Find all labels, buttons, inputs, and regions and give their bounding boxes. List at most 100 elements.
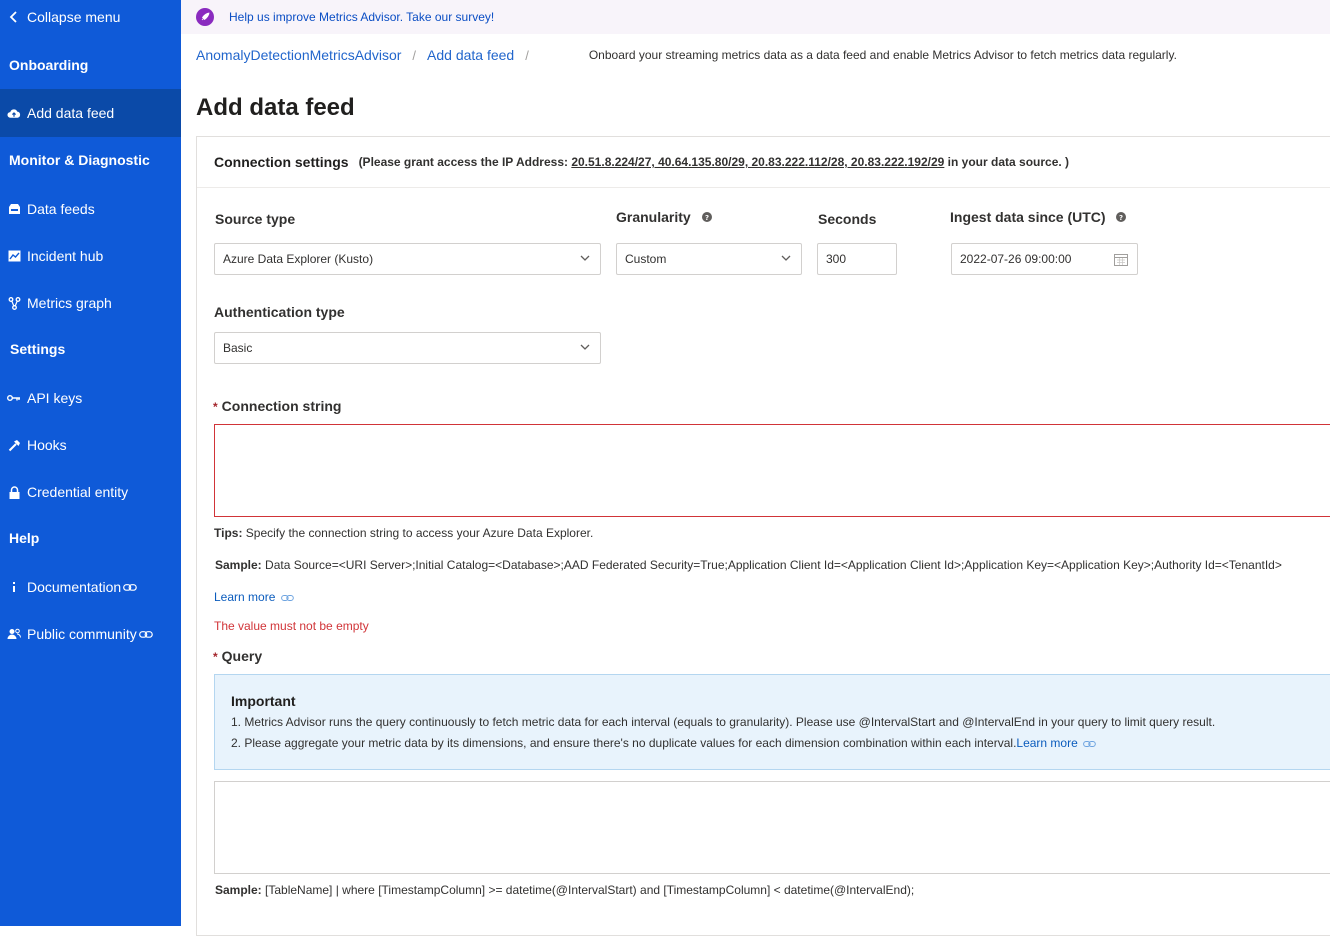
required-mark: *	[213, 650, 218, 664]
tips-label: Tips:	[214, 526, 243, 540]
granularity-label-text: Granularity	[616, 209, 691, 225]
help-icon[interactable]: ?	[1116, 212, 1127, 223]
people-icon	[7, 627, 21, 641]
sample-label: Sample:	[215, 883, 262, 897]
sidebar-item-label: Incident hub	[27, 248, 104, 264]
sidebar-item-label: Add data feed	[27, 105, 115, 121]
hammer-icon	[7, 438, 21, 452]
ingest-since-label: Ingest data since (UTC) ?	[950, 209, 1127, 225]
section-monitor-diagnostic: Monitor & Diagnostic	[9, 152, 150, 168]
collapse-menu-button[interactable]: Collapse menu	[0, 6, 181, 28]
auth-type-dropdown[interactable]: Basic	[214, 332, 601, 364]
help-icon[interactable]: ?	[701, 212, 712, 223]
important-line-2-text: 2. Please aggregate your metric data by …	[231, 736, 1017, 750]
sidebar-item-data-feeds[interactable]: Data feeds	[0, 199, 181, 219]
learn-more-link[interactable]: Learn more	[214, 590, 275, 604]
auth-type-value: Basic	[223, 341, 253, 355]
breadcrumb: AnomalyDetectionMetricsAdvisor / Add dat…	[196, 47, 1177, 63]
sidebar-item-metrics-graph[interactable]: Metrics graph	[0, 293, 181, 313]
connection-settings-card: Connection settings (Please grant access…	[196, 136, 1330, 936]
survey-link[interactable]: Help us improve Metrics Advisor. Take ou…	[229, 10, 494, 24]
seconds-input[interactable]: 300	[817, 243, 897, 275]
chevron-down-icon	[781, 255, 791, 261]
sidebar-item-label: Public community	[27, 626, 137, 642]
ip-note-prefix: (Please grant access the IP Address:	[358, 155, 572, 169]
granularity-label: Granularity ?	[616, 209, 712, 225]
connection-string-sample: Sample: Data Source=<URI Server>;Initial…	[215, 558, 1282, 572]
main-content: Help us improve Metrics Advisor. Take ou…	[181, 0, 1330, 936]
survey-banner: Help us improve Metrics Advisor. Take ou…	[181, 0, 1330, 34]
auth-type-label: Authentication type	[214, 304, 345, 320]
sidebar-item-documentation[interactable]: Documentation	[0, 577, 181, 597]
section-onboarding: Onboarding	[9, 57, 89, 73]
sidebar-item-label: Credential entity	[27, 484, 129, 500]
connection-string-tips: Tips: Specify the connection string to a…	[214, 526, 593, 540]
ip-address-list: 20.51.8.224/27, 40.64.135.80/29, 20.83.2…	[571, 155, 945, 169]
granularity-value: Custom	[625, 252, 667, 266]
chevron-down-icon	[580, 255, 590, 261]
seconds-value: 300	[826, 252, 847, 266]
breadcrumb-item-resource[interactable]: AnomalyDetectionMetricsAdvisor	[196, 47, 401, 63]
connection-string-textarea[interactable]	[214, 424, 1330, 517]
query-textarea[interactable]	[214, 781, 1330, 874]
ip-note-suffix: in your data source. )	[944, 155, 1070, 169]
sidebar-item-label: Documentation	[27, 579, 122, 595]
sidebar-item-label: API keys	[27, 390, 83, 406]
cloud-upload-icon	[7, 106, 21, 120]
sidebar-item-label: Hooks	[27, 437, 67, 453]
connection-string-learn-more[interactable]: Learn more	[214, 590, 294, 604]
sidebar-item-credential-entity[interactable]: Credential entity	[0, 482, 181, 502]
sidebar-item-add-data-feed[interactable]: Add data feed	[0, 89, 181, 137]
chart-icon	[7, 249, 21, 263]
query-label: * Query	[213, 648, 262, 664]
key-icon	[7, 391, 21, 405]
database-icon	[7, 202, 21, 216]
page-description: Onboard your streaming metrics data as a…	[588, 48, 1177, 62]
connection-settings-title: Connection settings	[214, 154, 349, 170]
sidebar-item-label: Data feeds	[27, 201, 95, 217]
calendar-icon[interactable]	[1114, 253, 1128, 266]
rocket-icon	[196, 8, 214, 26]
ip-access-note: (Please grant access the IP Address: 20.…	[359, 155, 1069, 169]
sidebar-item-hooks[interactable]: Hooks	[0, 435, 181, 455]
sidebar: Collapse menu Onboarding Add data feed M…	[0, 0, 181, 926]
tips-text: Specify the connection string to access …	[242, 526, 594, 540]
breadcrumb-separator: /	[412, 47, 417, 63]
sample-text: [TableName] | where [TimestampColumn] >=…	[261, 883, 915, 897]
collapse-menu-label: Collapse menu	[27, 9, 121, 25]
ingest-since-value: 2022-07-26 09:00:00	[960, 252, 1072, 266]
required-mark: *	[213, 400, 218, 414]
ingest-since-label-text: Ingest data since (UTC)	[950, 209, 1106, 225]
seconds-label: Seconds	[818, 211, 877, 227]
sidebar-item-public-community[interactable]: Public community	[0, 624, 181, 644]
granularity-dropdown[interactable]: Custom	[616, 243, 802, 275]
query-sample: Sample: [TableName] | where [TimestampCo…	[215, 883, 914, 897]
query-label-text: Query	[221, 648, 263, 664]
external-link-icon	[280, 594, 294, 601]
chevron-down-icon	[580, 344, 590, 350]
important-title: Important	[231, 693, 296, 709]
section-help: Help	[9, 530, 40, 546]
external-link-icon	[138, 630, 153, 639]
source-type-dropdown[interactable]: Azure Data Explorer (Kusto)	[214, 243, 601, 275]
source-type-label: Source type	[215, 211, 296, 227]
page-title: Add data feed	[196, 94, 355, 121]
learn-more-link[interactable]: Learn more	[1016, 736, 1077, 750]
sidebar-item-label: Metrics graph	[27, 295, 112, 311]
ingest-since-datepicker[interactable]: 2022-07-26 09:00:00	[951, 243, 1138, 275]
connection-string-label-text: Connection string	[221, 398, 342, 414]
connection-string-error: The value must not be empty	[214, 619, 369, 633]
sidebar-item-api-keys[interactable]: API keys	[0, 388, 181, 408]
graph-nodes-icon	[7, 296, 21, 310]
info-icon	[7, 580, 21, 594]
connection-settings-header: Connection settings (Please grant access…	[197, 137, 1330, 188]
breadcrumb-item-add-data-feed[interactable]: Add data feed	[427, 47, 514, 63]
breadcrumb-separator: /	[525, 47, 529, 63]
important-line-1: 1. Metrics Advisor runs the query contin…	[231, 715, 1216, 729]
sidebar-item-incident-hub[interactable]: Incident hub	[0, 246, 181, 266]
external-link-icon	[123, 583, 137, 592]
connection-string-label: * Connection string	[213, 398, 341, 414]
source-type-value: Azure Data Explorer (Kusto)	[223, 252, 374, 266]
sample-text: Data Source=<URI Server>;Initial Catalog…	[261, 558, 1282, 572]
chevron-left-icon	[7, 10, 21, 24]
